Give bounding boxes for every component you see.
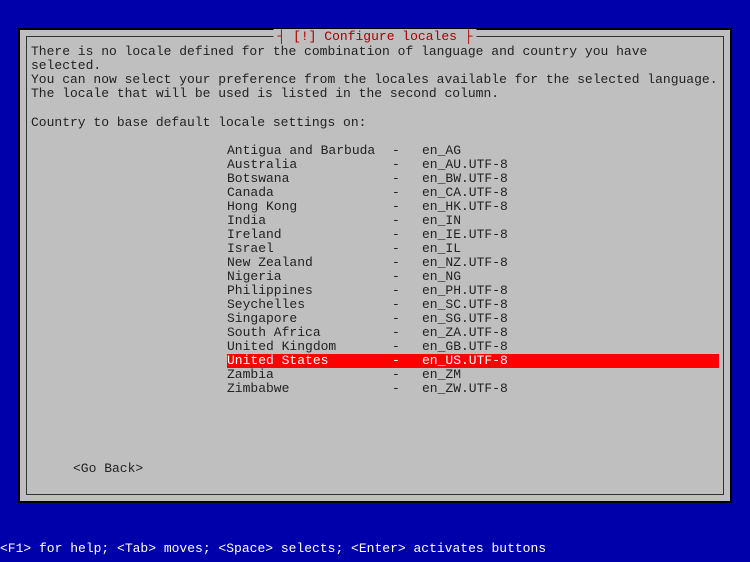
locale-country: Ireland (227, 228, 392, 242)
locale-code: en_ZM (422, 368, 461, 382)
title-open-bracket: ┤ (277, 29, 293, 44)
locale-code: en_AU.UTF-8 (422, 158, 508, 172)
locale-separator: - (392, 270, 422, 284)
locale-code: en_IL (422, 242, 461, 256)
locale-separator: - (392, 256, 422, 270)
locale-code: en_US.UTF-8 (422, 354, 508, 368)
body-line-1: There is no locale defined for the combi… (31, 44, 655, 73)
dialog-title: ┤ [!] Configure locales ├ (273, 29, 476, 44)
locale-country: Israel (227, 242, 392, 256)
locale-country: Seychelles (227, 298, 392, 312)
locale-country: Australia (227, 158, 392, 172)
locale-code: en_HK.UTF-8 (422, 200, 508, 214)
locale-item[interactable]: Botswana- en_BW.UTF-8 (227, 172, 719, 186)
locale-separator: - (392, 144, 422, 158)
locale-separator: - (392, 200, 422, 214)
locale-country: New Zealand (227, 256, 392, 270)
locale-country: United States (227, 354, 392, 368)
locale-separator: - (392, 326, 422, 340)
locale-code: en_BW.UTF-8 (422, 172, 508, 186)
locale-item[interactable]: United Kingdom- en_GB.UTF-8 (227, 340, 719, 354)
locale-code: en_GB.UTF-8 (422, 340, 508, 354)
locale-item[interactable]: Israel- en_IL (227, 242, 719, 256)
locale-item[interactable]: New Zealand- en_NZ.UTF-8 (227, 256, 719, 270)
locale-country: Canada (227, 186, 392, 200)
locale-country: Antigua and Barbuda (227, 144, 392, 158)
locale-code: en_ZA.UTF-8 (422, 326, 508, 340)
locale-separator: - (392, 158, 422, 172)
locale-country: Singapore (227, 312, 392, 326)
prompt-text: Country to base default locale settings … (31, 115, 719, 130)
locale-code: en_PH.UTF-8 (422, 284, 508, 298)
locale-country: Zimbabwe (227, 382, 392, 396)
title-text: Configure locales (324, 29, 457, 44)
go-back-button[interactable]: <Go Back> (73, 461, 143, 476)
locale-code: en_NG (422, 270, 461, 284)
locale-separator: - (392, 340, 422, 354)
locale-item[interactable]: Canada- en_CA.UTF-8 (227, 186, 719, 200)
locale-separator: - (392, 186, 422, 200)
locale-country: Nigeria (227, 270, 392, 284)
locale-item[interactable]: Hong Kong- en_HK.UTF-8 (227, 200, 719, 214)
locale-country: South Africa (227, 326, 392, 340)
locale-item[interactable]: Singapore- en_SG.UTF-8 (227, 312, 719, 326)
locale-separator: - (392, 368, 422, 382)
locale-separator: - (392, 284, 422, 298)
locale-country: United Kingdom (227, 340, 392, 354)
locale-item[interactable]: Zambia- en_ZM (227, 368, 719, 382)
body-text: There is no locale defined for the combi… (31, 45, 719, 101)
locale-code: en_CA.UTF-8 (422, 186, 508, 200)
locale-separator: - (392, 298, 422, 312)
locale-item[interactable]: Seychelles- en_SC.UTF-8 (227, 298, 719, 312)
locale-code: en_ZW.UTF-8 (422, 382, 508, 396)
dialog-inner: ┤ [!] Configure locales ├ There is no lo… (26, 36, 724, 495)
locale-item[interactable]: Nigeria- en_NG (227, 270, 719, 284)
locale-item[interactable]: India- en_IN (227, 214, 719, 228)
body-line-3: The locale that will be used is listed i… (31, 86, 499, 101)
locale-code: en_SC.UTF-8 (422, 298, 508, 312)
dialog: ┤ [!] Configure locales ├ There is no lo… (18, 28, 732, 503)
locale-item[interactable]: Antigua and Barbuda- en_AG (227, 144, 719, 158)
locale-item[interactable]: Zimbabwe- en_ZW.UTF-8 (227, 382, 719, 396)
help-bar: <F1> for help; <Tab> moves; <Space> sele… (0, 541, 546, 556)
locale-code: en_AG (422, 144, 461, 158)
locale-separator: - (392, 214, 422, 228)
locale-code: en_IE.UTF-8 (422, 228, 508, 242)
locale-separator: - (392, 242, 422, 256)
locale-code: en_NZ.UTF-8 (422, 256, 508, 270)
title-marker: [!] (293, 29, 324, 44)
locale-country: Zambia (227, 368, 392, 382)
locale-separator: - (392, 228, 422, 242)
locale-item[interactable]: Ireland- en_IE.UTF-8 (227, 228, 719, 242)
locale-separator: - (392, 312, 422, 326)
locale-code: en_SG.UTF-8 (422, 312, 508, 326)
locale-item[interactable]: Australia- en_AU.UTF-8 (227, 158, 719, 172)
locale-separator: - (392, 354, 422, 368)
locale-item[interactable]: South Africa- en_ZA.UTF-8 (227, 326, 719, 340)
locale-country: Philippines (227, 284, 392, 298)
locale-country: India (227, 214, 392, 228)
locale-separator: - (392, 172, 422, 186)
locale-list[interactable]: Antigua and Barbuda- en_AGAustralia- en_… (227, 144, 719, 396)
locale-item[interactable]: United States- en_US.UTF-8 (227, 354, 719, 368)
locale-separator: - (392, 382, 422, 396)
title-close-bracket: ├ (457, 29, 473, 44)
body-line-2: You can now select your preference from … (31, 72, 718, 87)
locale-item[interactable]: Philippines- en_PH.UTF-8 (227, 284, 719, 298)
locale-code: en_IN (422, 214, 461, 228)
locale-country: Botswana (227, 172, 392, 186)
locale-country: Hong Kong (227, 200, 392, 214)
